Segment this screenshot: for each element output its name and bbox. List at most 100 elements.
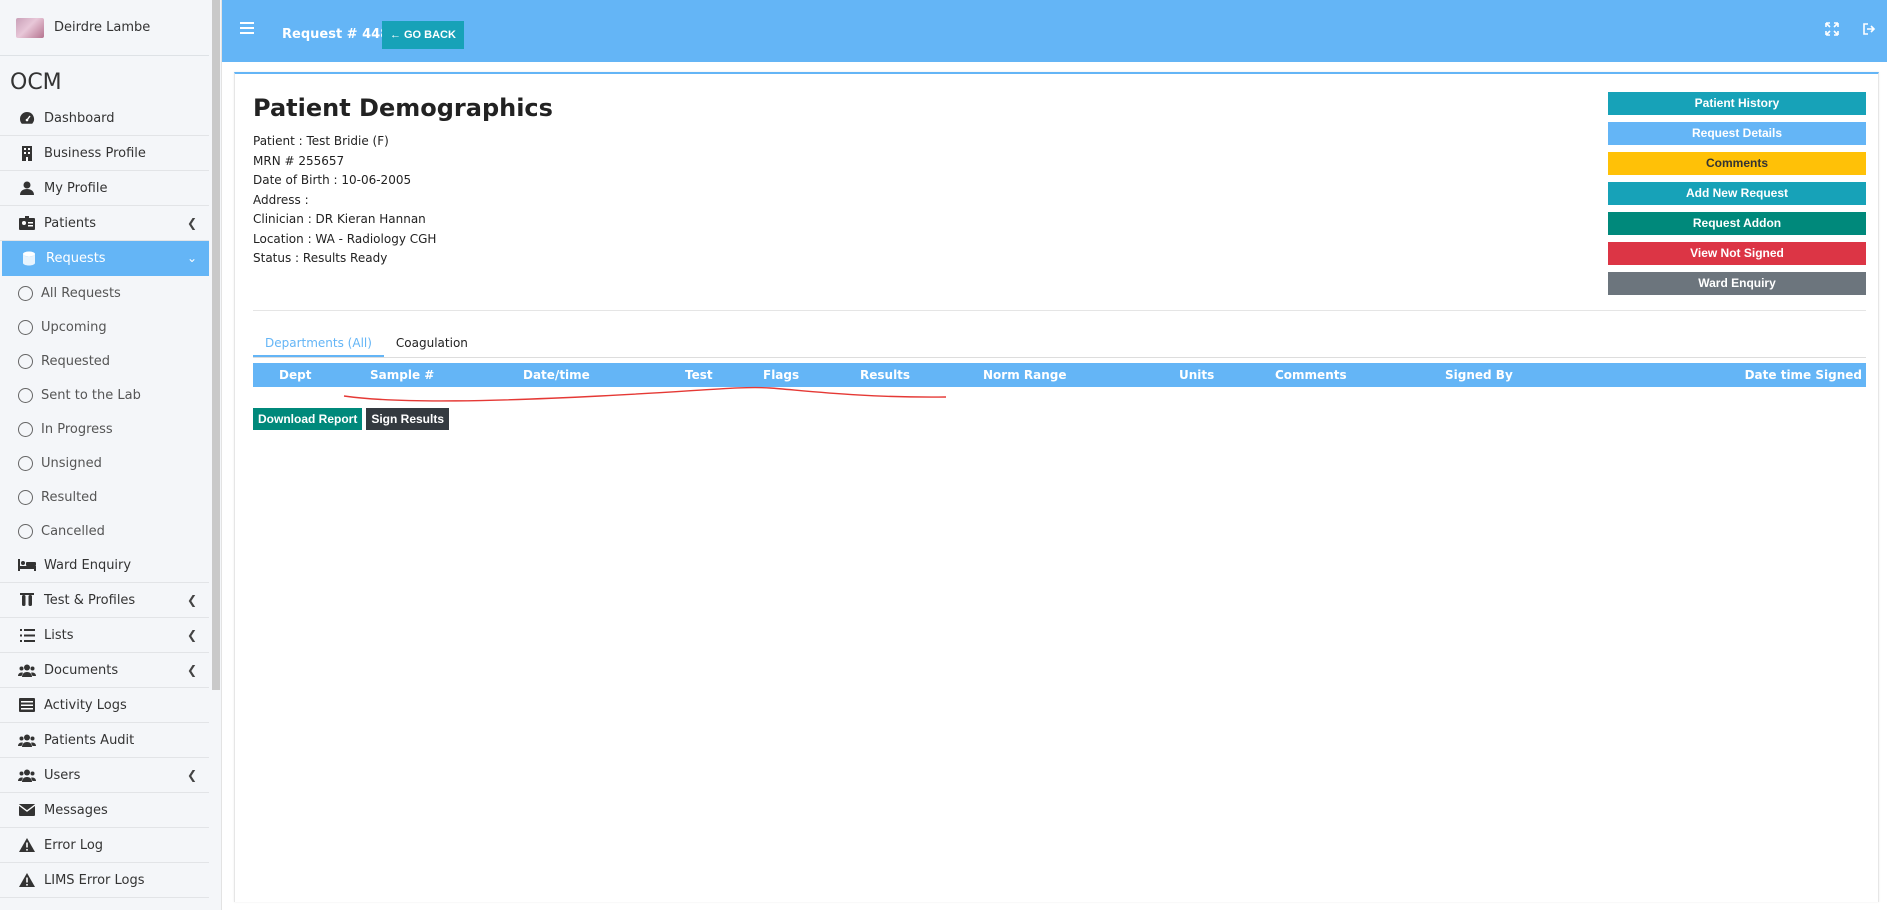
sidebar-subitem-cancelled[interactable]: Cancelled — [0, 514, 209, 548]
sign-out-icon[interactable] — [1862, 22, 1878, 38]
go-back-button[interactable]: ← GO BACK — [382, 21, 464, 49]
chevron-left-icon: ❮ — [186, 216, 197, 230]
sidebar-subitem-label: Resulted — [41, 489, 98, 505]
id-badge-icon — [18, 215, 36, 231]
chevron-left-icon: ❮ — [186, 628, 197, 642]
hamburger-menu-icon[interactable] — [240, 22, 254, 37]
circle-icon — [18, 319, 33, 335]
sidebar-item-label: My Profile — [44, 180, 108, 196]
archive-icon — [18, 697, 36, 713]
topbar: Request # 44837 ← GO BACK — [222, 0, 1887, 62]
column-header-signed-by[interactable]: Signed By — [1445, 363, 1513, 387]
sidebar-subitem-resulted[interactable]: Resulted — [0, 480, 209, 514]
user-panel[interactable]: Deirdre Lambe — [0, 0, 209, 56]
sidebar-subitem-upcoming[interactable]: Upcoming — [0, 310, 209, 344]
sidebar-item-patients-audit[interactable]: Patients Audit — [0, 723, 209, 758]
patient-address: Address : — [253, 192, 309, 207]
building-icon — [18, 145, 36, 161]
database-icon — [20, 251, 38, 267]
request-details-button[interactable]: Request Details — [1608, 122, 1866, 145]
sidebar-item-error-log[interactable]: Error Log — [0, 828, 209, 863]
circle-icon — [18, 489, 33, 505]
sidebar-item-lists[interactable]: Lists ❮ — [0, 618, 209, 653]
sidebar-item-dashboard[interactable]: Dashboard — [0, 101, 209, 136]
sidebar-item-label: Patients Audit — [44, 732, 135, 748]
envelope-icon — [18, 802, 36, 818]
sign-results-button[interactable]: Sign Results — [366, 408, 450, 430]
tab-departments-all[interactable]: Departments (All) — [253, 328, 384, 357]
sidebar-item-users[interactable]: Users ❮ — [0, 758, 209, 793]
chevron-left-icon: ❮ — [186, 663, 197, 677]
sidebar-subitem-sent-to-lab[interactable]: Sent to the Lab — [0, 378, 209, 412]
content-card: Patient Demographics Patient : Test Brid… — [234, 72, 1879, 902]
sidebar-item-patients[interactable]: Patients ❮ — [0, 206, 209, 241]
sidebar-item-activity-logs[interactable]: Activity Logs — [0, 688, 209, 723]
sidebar-item-lims-error-logs[interactable]: LIMS Error Logs — [0, 863, 209, 898]
users-icon — [18, 767, 36, 783]
sidebar-item-label: Documents — [44, 662, 119, 678]
sidebar-item-label: Users — [44, 767, 81, 783]
sidebar-item-requests[interactable]: Requests ⌄ — [2, 241, 209, 276]
patient-info: Patient : Test Bridie (F) MRN # 255657 D… — [253, 132, 436, 269]
sidebar-item-label: Patients — [44, 215, 97, 231]
patient-mrn: MRN # 255657 — [253, 153, 345, 168]
list-icon — [18, 627, 36, 643]
expand-icon[interactable] — [1825, 22, 1841, 38]
sidebar-item-label: Requests — [46, 251, 106, 266]
users-icon — [18, 732, 36, 748]
tab-coagulation[interactable]: Coagulation — [384, 328, 480, 357]
circle-icon — [18, 455, 33, 471]
go-back-label: GO BACK — [404, 29, 456, 41]
sidebar-subitem-all-requests[interactable]: All Requests — [0, 276, 209, 310]
sidebar-item-business-profile[interactable]: Business Profile — [0, 136, 209, 171]
add-new-request-button[interactable]: Add New Request — [1608, 182, 1866, 205]
column-header-norm-range[interactable]: Norm Range — [983, 363, 1067, 387]
sidebar-item-label: Messages — [44, 802, 108, 818]
chevron-left-icon: ❮ — [186, 768, 197, 782]
column-header-date-time-signed[interactable]: Date time Signed — [1745, 363, 1862, 387]
sidebar-subitem-in-progress[interactable]: In Progress — [0, 412, 209, 446]
view-not-signed-button[interactable]: View Not Signed — [1608, 242, 1866, 265]
user-icon — [18, 180, 36, 196]
sidebar-subitem-unsigned[interactable]: Unsigned — [0, 446, 209, 480]
sidebar-item-ward-enquiry[interactable]: Ward Enquiry — [0, 548, 209, 583]
sidebar-subitem-requested[interactable]: Requested — [0, 344, 209, 378]
circle-icon — [18, 523, 33, 539]
column-header-units[interactable]: Units — [1179, 363, 1214, 387]
request-addon-button[interactable]: Request Addon — [1608, 212, 1866, 235]
ward-enquiry-button[interactable]: Ward Enquiry — [1608, 272, 1866, 295]
bed-icon — [18, 557, 36, 573]
sidebar-item-label: Ward Enquiry — [44, 557, 132, 573]
brand-logo: OCM — [10, 70, 62, 95]
sidebar-subitem-label: Upcoming — [41, 319, 107, 335]
sidebar-subitem-label: Sent to the Lab — [41, 387, 141, 403]
sidebar-scrollbar[interactable] — [212, 0, 220, 690]
sidebar-nav: Dashboard Business Profile My Profile Pa… — [0, 101, 209, 898]
sidebar-item-test-profiles[interactable]: Test & Profiles ❮ — [0, 583, 209, 618]
sidebar-subitem-label: Unsigned — [41, 455, 102, 471]
action-buttons-panel: Patient History Request Details Comments… — [1608, 92, 1866, 302]
chevron-down-icon: ⌄ — [186, 251, 197, 265]
sidebar-item-label: Activity Logs — [44, 697, 127, 713]
column-header-comments[interactable]: Comments — [1275, 363, 1347, 387]
sidebar-item-label: Lists — [44, 627, 74, 643]
sidebar-item-my-profile[interactable]: My Profile — [0, 171, 209, 206]
column-header-dept[interactable]: Dept — [279, 363, 311, 387]
patient-name: Patient : Test Bridie (F) — [253, 134, 389, 148]
sidebar-item-messages[interactable]: Messages — [0, 793, 209, 828]
sidebar-subitem-label: Cancelled — [41, 523, 105, 539]
warning-icon — [18, 872, 36, 888]
vials-icon — [18, 592, 36, 608]
tachometer-icon — [18, 110, 36, 126]
sidebar-item-label: Business Profile — [44, 145, 146, 161]
comments-button[interactable]: Comments — [1608, 152, 1866, 175]
sidebar-item-documents[interactable]: Documents ❮ — [0, 653, 209, 688]
warning-icon — [18, 837, 36, 853]
patient-history-button[interactable]: Patient History — [1608, 92, 1866, 115]
chevron-left-icon: ❮ — [186, 593, 197, 607]
user-name: Deirdre Lambe — [54, 20, 151, 35]
download-report-button[interactable]: Download Report — [253, 408, 363, 430]
patient-status: Status : Results Ready — [253, 251, 388, 265]
arrow-left-icon: ← — [390, 29, 401, 41]
patient-dob: Date of Birth : 10-06-2005 — [253, 173, 412, 187]
